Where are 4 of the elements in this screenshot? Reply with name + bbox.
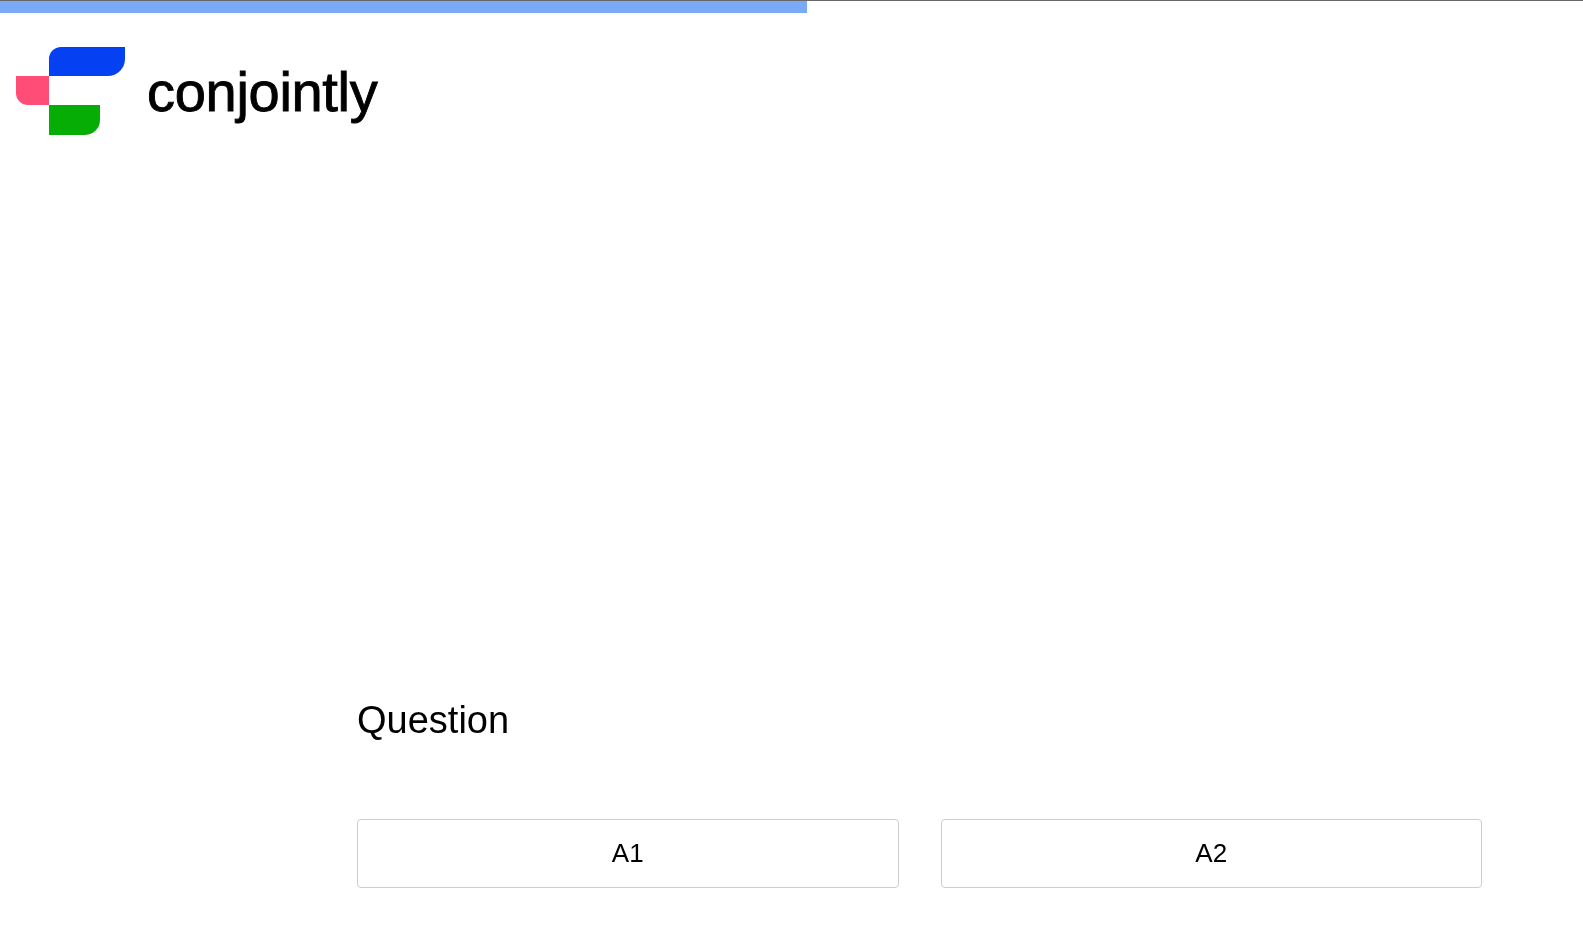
logo-icon: [16, 47, 125, 135]
answer-button[interactable]: A1: [357, 819, 899, 888]
answer-button[interactable]: A2: [940, 819, 1482, 888]
question-title: Question: [357, 698, 510, 742]
